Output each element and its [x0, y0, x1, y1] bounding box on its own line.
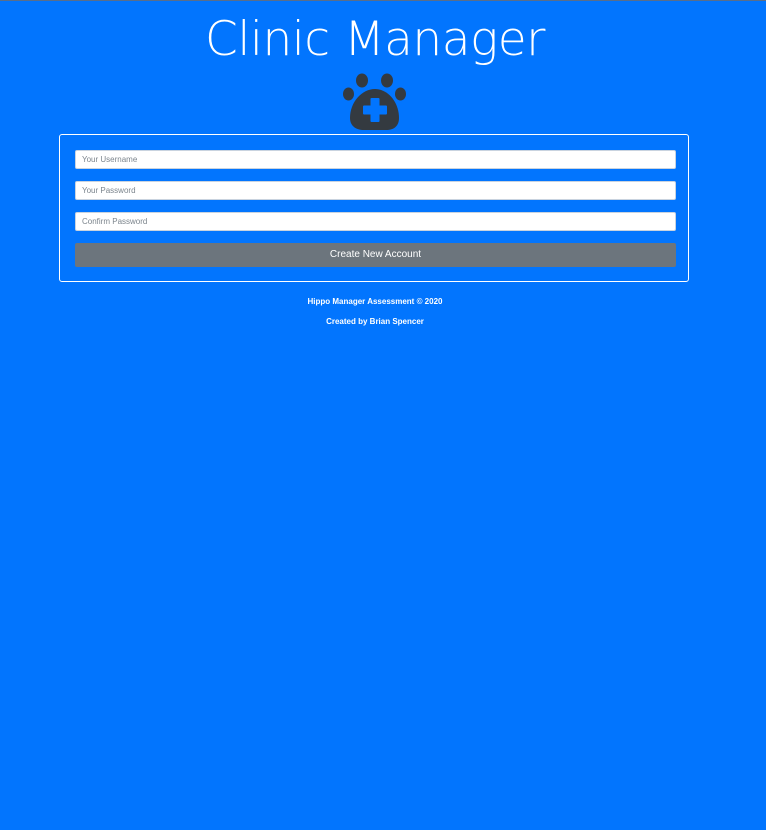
- footer-credit: Created by Brian Spencer: [326, 317, 424, 326]
- paw-medical-cross-icon: [342, 72, 408, 132]
- signup-form-panel: Create New Account: [59, 134, 689, 282]
- create-account-button[interactable]: Create New Account: [75, 243, 676, 267]
- password-input[interactable]: [75, 181, 676, 200]
- confirm-password-input[interactable]: [75, 212, 676, 231]
- top-border-line: [0, 0, 766, 1]
- page-title: Clinic Manager: [205, 12, 545, 67]
- username-input[interactable]: [75, 150, 676, 169]
- footer-copyright: Hippo Manager Assessment © 2020: [307, 297, 443, 306]
